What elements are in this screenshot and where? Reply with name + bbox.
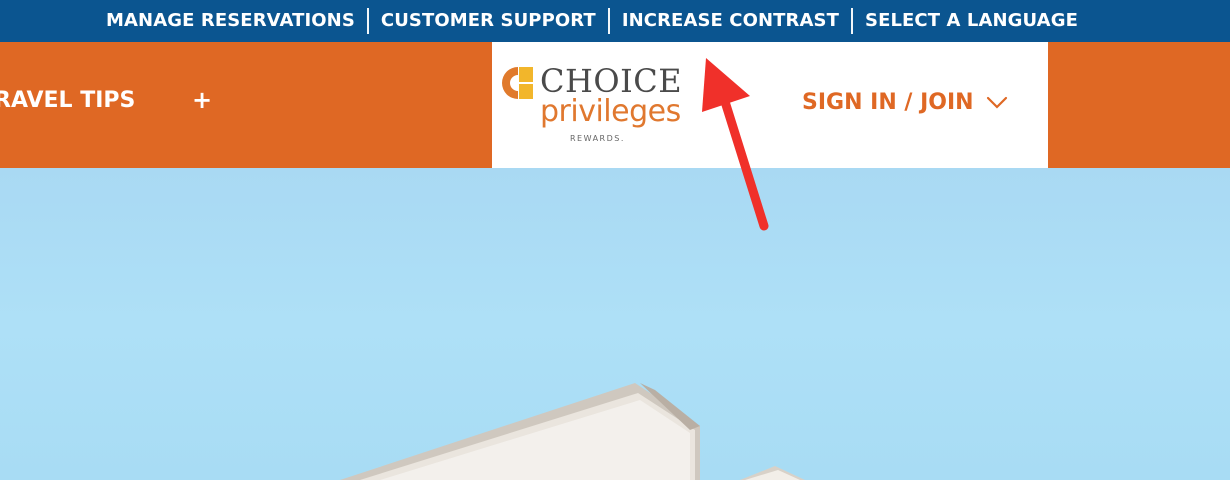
- brand-panel: CHOICE privileges REWARDS. SIGN IN / JOI…: [492, 42, 1048, 168]
- select-language-link[interactable]: SELECT A LANGUAGE: [853, 8, 1090, 34]
- utility-divider: [607, 8, 610, 34]
- manage-reservations-link[interactable]: MANAGE RESERVATIONS: [94, 8, 367, 34]
- nav-item-travel-tips[interactable]: RAVEL TIPS: [0, 88, 135, 113]
- utility-links: MANAGE RESERVATIONS CUSTOMER SUPPORT INC…: [94, 0, 1090, 42]
- chevron-down-icon: [986, 96, 1007, 109]
- choice-logo-icon: [502, 67, 533, 99]
- utility-bar: MANAGE RESERVATIONS CUSTOMER SUPPORT INC…: [0, 0, 1230, 42]
- hotel-building-illustration: [340, 383, 805, 480]
- logo-rewards-text: REWARDS.: [570, 134, 625, 143]
- signin-label: SIGN IN / JOIN: [802, 90, 974, 115]
- hero-image: [0, 168, 1230, 480]
- utility-divider: [851, 8, 853, 34]
- signin-join-button[interactable]: SIGN IN / JOIN: [802, 90, 1008, 115]
- increase-contrast-link[interactable]: INCREASE CONTRAST: [610, 8, 851, 34]
- logo-privileges-text: privileges: [540, 94, 681, 129]
- customer-support-link[interactable]: CUSTOMER SUPPORT: [369, 8, 608, 34]
- utility-divider: [366, 8, 369, 34]
- nav-expand-plus-icon[interactable]: +: [192, 86, 212, 114]
- choice-privileges-logo[interactable]: CHOICE privileges REWARDS.: [500, 62, 690, 144]
